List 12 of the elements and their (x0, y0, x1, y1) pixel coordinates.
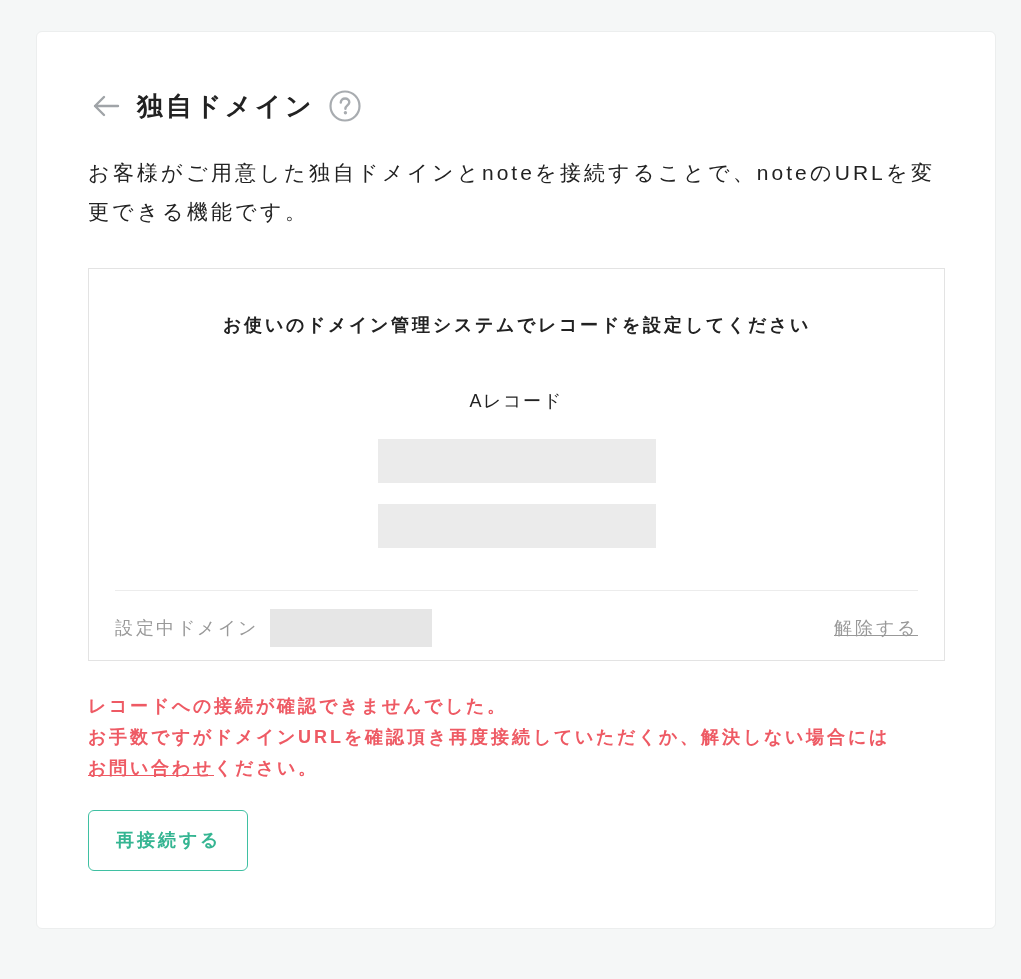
remove-link[interactable]: 解除する (834, 614, 918, 642)
error-message: レコードへの接続が確認できませんでした。 (88, 695, 509, 718)
current-domain-label: 設定中ドメイン (115, 617, 259, 640)
error-help-text: お手数ですがドメインURLを確認頂き再度接続していただくか、解決しない場合には お問い合わせ ください。 (88, 726, 891, 780)
reconnect-button[interactable]: 再接続する (88, 810, 248, 871)
contact-link[interactable]: お問い合わせ (88, 758, 214, 778)
description-text: お客様がご用意した独自ドメインとnoteを接続することで、noteのURLを変更できる機能です。 (88, 160, 936, 225)
record-type-label: Aレコード (469, 390, 564, 413)
back-arrow-icon[interactable] (92, 94, 120, 118)
help-icon[interactable] (329, 90, 361, 122)
panel-heading: お使いのドメイン管理システムでレコードを設定してください (222, 314, 811, 337)
page-title: 独自ドメイン (137, 90, 315, 123)
